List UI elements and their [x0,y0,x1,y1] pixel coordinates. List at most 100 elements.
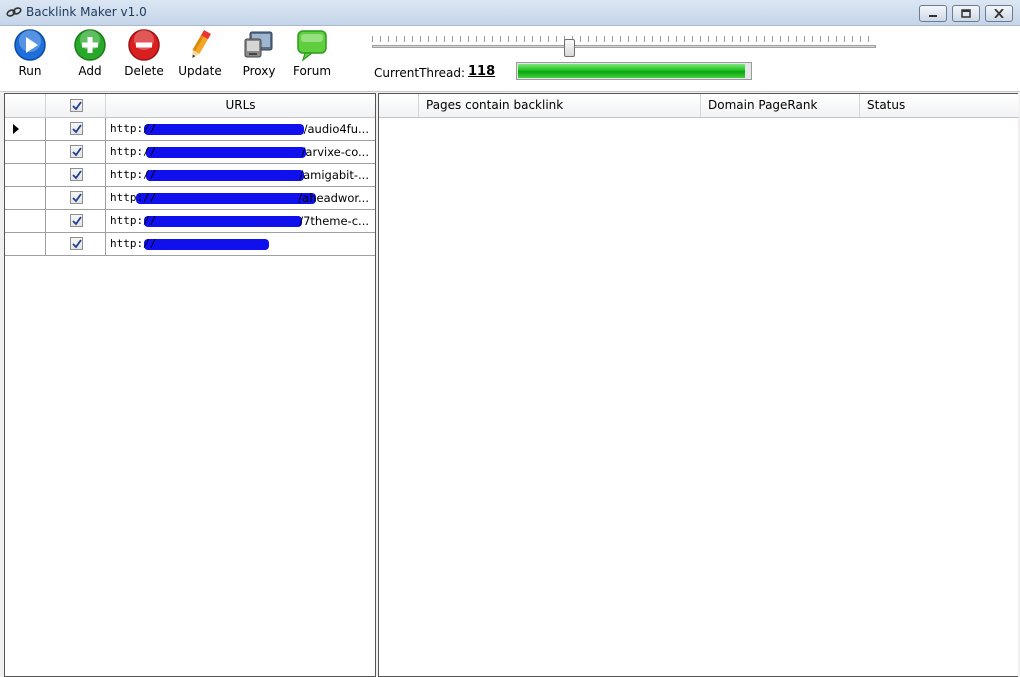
forum-label: Forum [292,64,332,78]
thread-slider[interactable] [372,36,876,58]
current-thread-value: 118 [468,64,496,79]
check-icon [72,101,82,111]
row-checkbox-cell [46,187,106,209]
table-row[interactable]: http:// /amigabit-... [5,164,375,187]
add-button[interactable]: Add [64,28,116,84]
title-bar: Backlink Maker v1.0 [0,0,1020,26]
proxy-label: Proxy [242,64,276,78]
select-all-checkbox[interactable] [70,99,83,112]
column-status[interactable]: Status [860,94,1019,117]
url-suffix: /amigabit-... [299,168,369,182]
redaction-mark [144,239,269,250]
url-suffix: /aheadwor... [298,191,369,205]
url-prefix: http:// [110,122,157,135]
run-button[interactable]: Run [4,28,56,84]
row-checkbox[interactable] [70,168,83,181]
table-row[interactable]: http:// /audio4fu... [5,118,375,141]
row-selector[interactable] [5,210,46,232]
row-checkbox[interactable] [70,191,83,204]
url-prefix: http:// [110,191,157,204]
row-checkbox-cell [46,233,106,255]
url-suffix: /arvixe-co... [301,145,369,159]
current-row-arrow-icon [13,124,19,134]
row-selector[interactable] [5,187,46,209]
chat-bubble-icon [297,30,327,62]
row-selector[interactable] [5,118,46,140]
redaction-mark [136,193,316,204]
url-cell[interactable]: http:// /aheadwor... [106,187,375,209]
forum-button[interactable]: Forum [286,28,338,84]
progress-bar [516,62,752,80]
table-row[interactable]: http:// /7theme-c... [5,210,375,233]
proxy-button[interactable]: Proxy [233,28,285,84]
window-title: Backlink Maker v1.0 [26,5,147,19]
row-selector-header [5,94,46,117]
progress-fill [518,64,746,78]
redaction-mark [146,147,306,158]
update-label: Update [178,64,222,78]
row-selector[interactable] [5,164,46,186]
app-link-icon [6,7,22,17]
run-label: Run [18,64,42,78]
row-selector[interactable] [5,141,46,163]
row-checkbox[interactable] [70,214,83,227]
url-prefix: http:// [110,237,157,250]
url-cell[interactable]: http:// /arvixe-co... [106,141,375,163]
table-row[interactable]: http:// [5,233,375,256]
row-checkbox[interactable] [70,122,83,135]
row-checkbox-cell [46,118,106,140]
pencil-icon [192,30,211,58]
slider-thumb[interactable] [563,39,575,57]
table-row[interactable]: http:// /aheadwor... [5,187,375,210]
redaction-mark [144,124,304,135]
toolbar-separator [343,30,344,82]
play-icon [14,29,46,61]
urls-column-header[interactable]: URLs [106,94,375,117]
url-cell[interactable]: http:// /amigabit-... [106,164,375,186]
toolbar-separator [61,30,62,82]
minimize-button[interactable] [919,5,947,22]
proxy-icon [244,31,273,58]
url-cell[interactable]: http:// [106,233,375,255]
check-icon [72,170,82,180]
check-icon [72,124,82,134]
column-pages-contain-backlink[interactable]: Pages contain backlink [419,94,701,117]
url-grid: URLs http:// /audio4fu... http:// /arvixe-c… [4,93,376,677]
toolbar: Run Add Delete Update Proxy Forum Curren… [0,26,1020,92]
url-cell[interactable]: http:// /audio4fu... [106,118,375,140]
check-icon [72,147,82,157]
url-prefix: http:// [110,168,157,181]
url-prefix: http:// [110,145,157,158]
maximize-button[interactable] [952,5,980,22]
current-thread-label: CurrentThread: [374,66,466,80]
table-row[interactable]: http:// /arvixe-co... [5,141,375,164]
restore-icon [961,9,971,18]
check-icon [72,216,82,226]
results-row-selector-header [379,94,419,117]
check-icon [72,193,82,203]
row-checkbox-cell [46,164,106,186]
url-suffix: /7theme-c... [299,214,369,228]
url-suffix: /audio4fu... [303,122,369,136]
update-button[interactable]: Update [174,28,226,84]
close-button[interactable] [985,5,1013,22]
delete-button[interactable]: Delete [118,28,170,84]
column-domain-pagerank[interactable]: Domain PageRank [701,94,860,117]
minus-icon [128,29,160,61]
results-grid-header: Pages contain backlink Domain PageRank S… [379,94,1019,118]
add-label: Add [78,64,102,78]
row-checkbox[interactable] [70,145,83,158]
redaction-mark [146,170,304,181]
close-icon [994,9,1004,18]
url-prefix: http:// [110,214,157,227]
url-cell[interactable]: http:// /7theme-c... [106,210,375,232]
minimize-icon [929,15,937,17]
row-checkbox[interactable] [70,237,83,250]
row-checkbox-cell [46,141,106,163]
toolbar-separator [231,30,232,82]
row-checkbox-cell [46,210,106,232]
delete-label: Delete [124,64,164,78]
select-all-header [46,94,106,117]
row-selector[interactable] [5,233,46,255]
redaction-mark [144,216,302,227]
